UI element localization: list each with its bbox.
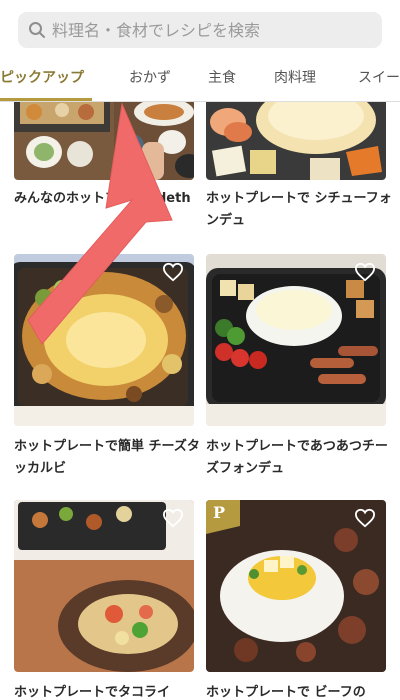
tab-shushoku[interactable]: 主食: [208, 58, 236, 100]
heart-icon[interactable]: [354, 508, 376, 528]
premium-badge-label: P: [213, 503, 226, 522]
recipe-title[interactable]: ホットプレートで簡単 チーズタッカルビ: [14, 436, 200, 480]
recipe-image: [206, 102, 386, 180]
recipe-title[interactable]: ホットプレートでタコライ: [14, 682, 200, 700]
recipe-title[interactable]: ホットプレートで シチューフォンデュ: [206, 188, 392, 232]
heart-icon[interactable]: [354, 262, 376, 282]
tab-pickup[interactable]: ピックアップ: [0, 58, 84, 100]
search-box[interactable]: [18, 12, 382, 48]
recipe-image: [14, 500, 194, 672]
recipe-image: [206, 254, 386, 426]
search-bar: [0, 0, 400, 58]
recipe-title[interactable]: ホットプレートで ビーフの: [206, 682, 392, 700]
heart-icon[interactable]: [162, 262, 184, 282]
recipe-image: [14, 254, 194, 426]
tab-okazu[interactable]: おかず: [129, 58, 171, 100]
tab-meat[interactable]: 肉料理: [274, 58, 316, 100]
recipe-title[interactable]: ホットプレートであつあつチーズフォンデュ: [206, 436, 392, 480]
active-tab-indicator: [0, 98, 92, 101]
search-icon: [29, 22, 45, 38]
tab-sweets[interactable]: スイー: [358, 58, 400, 100]
search-input[interactable]: [52, 12, 372, 48]
recipe-image: P: [206, 500, 386, 672]
heart-icon[interactable]: [162, 508, 184, 528]
category-tabs: ピックアップ おかず 主食 肉料理 スイー: [0, 58, 400, 102]
recipe-title[interactable]: みんなのホットプレートdeth: [14, 188, 200, 210]
recipe-image: [14, 102, 194, 180]
